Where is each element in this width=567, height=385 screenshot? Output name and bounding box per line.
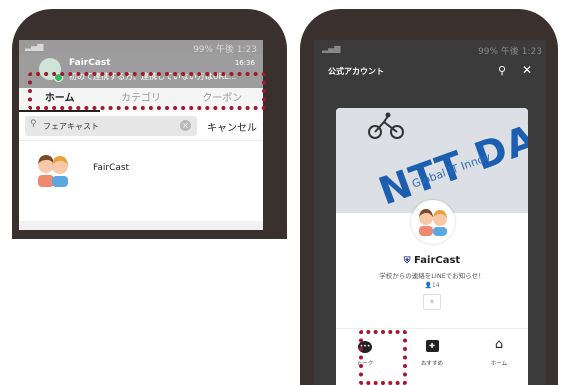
recommend-icon: ✚ [407,337,457,353]
account-name-row: ⛨ FairCast [336,255,528,266]
cover-image: NTT DATA Global IT Innov [336,108,528,213]
status-right: 99% 午後 1:23 [478,47,542,57]
star-icon[interactable]: ★ [423,294,441,310]
friends-count: 14 [431,282,440,289]
nav-recommend-label: おすすめ [420,361,443,367]
account-name: FairCast [414,255,461,266]
signal-icon: ▂▄▆ [322,44,341,53]
faircast-avatar [411,200,455,244]
status-bar: ▂▄▆ 99% 午後 1:23 [314,40,546,58]
notification-time: 16:36 [234,59,255,67]
header-title: 公式アカウント [328,67,384,76]
search-result-item[interactable]: FairCast [19,140,263,221]
nav-recommend[interactable]: ✚ おすすめ [407,337,457,367]
friends-count-row: 👤14 [336,282,528,289]
search-value: フェアキャスト [43,122,99,131]
left-screen: ▂▄▆ 99% 午後 1:23 FairCast 16:36 初めて連携する方、… [19,40,263,230]
search-input[interactable]: ⚲ フェアキャスト × [25,116,197,136]
clear-icon[interactable]: × [180,120,191,131]
cancel-button[interactable]: キャンセル [207,119,257,134]
signal-icon: ▂▄▆ [25,42,44,51]
result-name: FairCast [93,163,130,173]
right-screen: ▂▄▆ 99% 午後 1:23 公式アカウント ⚲ ✕ NTT DATA Glo… [314,40,546,385]
status-bar: ▂▄▆ 99% 午後 1:23 [19,40,263,55]
home-icon: ⌂ [494,337,504,352]
search-row: ⚲ フェアキャスト × キャンセル [19,112,263,140]
highlight-box-notification [28,72,266,110]
highlight-box-talk [359,330,407,385]
faircast-avatar [38,155,68,187]
search-icon: ⚲ [30,119,37,129]
verified-shield-icon: ⛨ [403,256,411,266]
close-icon[interactable]: ✕ [522,63,532,77]
nav-home[interactable]: ⌂ ホーム [474,337,524,367]
cyclist-icon [368,112,404,139]
search-icon[interactable]: ⚲ [498,64,506,77]
person-icon: 👤 [424,282,432,289]
account-description: 学校からの連絡をLINEでお知らせ！ [379,272,485,280]
nav-home-label: ホーム [490,361,508,367]
notification-title: FairCast [69,58,111,68]
header: 公式アカウント ⚲ ✕ [314,58,546,86]
